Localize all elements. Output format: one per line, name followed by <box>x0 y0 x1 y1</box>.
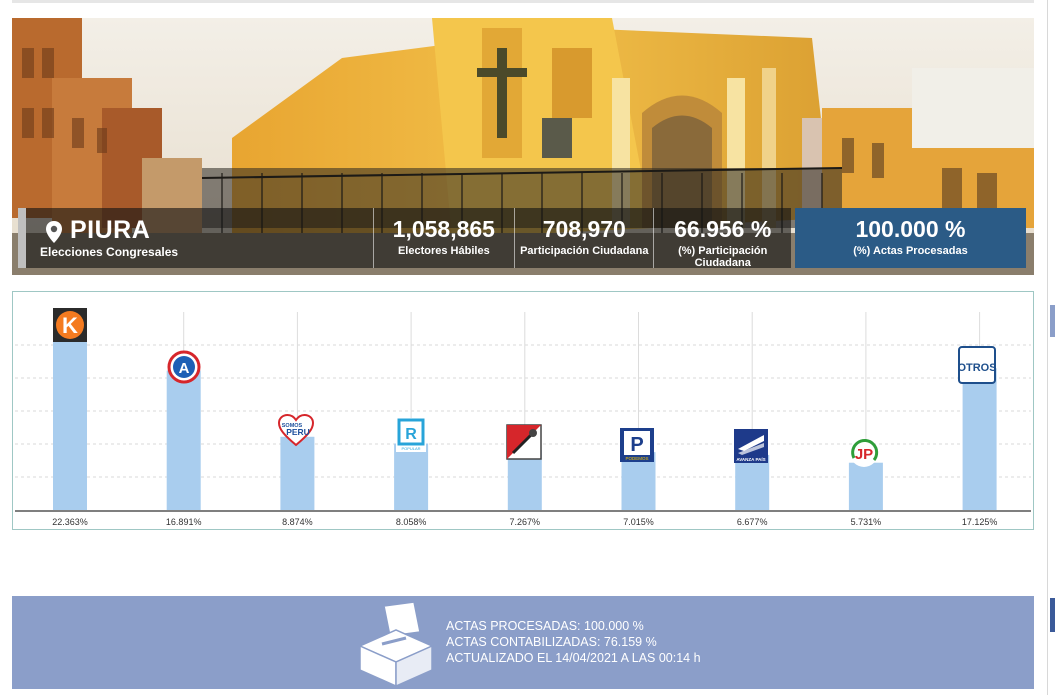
logo-text: A <box>179 360 190 377</box>
logo-text: PERU <box>286 427 310 437</box>
top-divider <box>12 0 1034 3</box>
podemos-peru-logo-icon[interactable]: P PODEMOS <box>620 428 654 462</box>
bar-value-label: 5.731% <box>851 517 882 527</box>
logo-text: PODEMOS <box>625 456 648 461</box>
logo-text: JP <box>855 446 873 463</box>
bar-value-label: 8.874% <box>282 517 313 527</box>
bar-value-label: 16.891% <box>166 517 202 527</box>
peru-patria-segura-logo-icon[interactable] <box>506 424 542 460</box>
map-pin-icon <box>46 221 62 243</box>
stat-value: 708,970 <box>542 216 626 242</box>
bar-r[interactable] <box>394 443 429 510</box>
election-type: Elecciones Congresales <box>40 245 179 259</box>
bar-jp[interactable] <box>848 462 883 510</box>
stat-value: 66.956 % <box>674 216 772 242</box>
stat-label: (%) Participación Ciudadana <box>678 245 768 269</box>
location-name: PIURA <box>70 216 151 244</box>
stat-value: 1,058,865 <box>392 216 495 242</box>
stat-label: (%) Actas Procesadas <box>853 245 968 257</box>
accion-popular-logo-icon[interactable]: A <box>167 350 201 384</box>
logo-text: R <box>405 426 417 443</box>
bar-a[interactable] <box>166 370 201 510</box>
stat-electores: 1,058,865 Electores Hábiles <box>372 208 515 268</box>
stat-participacion-pct: 66.956 % (%) Participación Ciudadana <box>653 208 791 269</box>
stat-actas-procesadas: 100.000 % (%) Actas Procesadas <box>794 208 1026 268</box>
actas-procesadas-text: ACTAS PROCESADAS: 100.000 % <box>446 619 644 633</box>
region-banner: PIURA Elecciones Congresales 1,058,865 E… <box>12 18 1034 275</box>
side-tab[interactable] <box>1050 598 1055 632</box>
right-scroll-edge <box>1047 0 1055 695</box>
updated-timestamp-text: ACTUALIZADO EL 14/04/2021 A LAS 00:14 h <box>446 651 701 665</box>
ballot-box-icon <box>358 602 434 686</box>
renovacion-popular-logo-icon[interactable]: R POPULAR <box>396 418 426 452</box>
footer-status-lines: ACTAS PROCESADAS: 100.000 % ACTAS CONTAB… <box>446 618 701 666</box>
stat-label: Participación Ciudadana <box>520 245 649 257</box>
bar-somos-peru[interactable] <box>280 436 315 510</box>
bar-value-label: 22.363% <box>52 517 88 527</box>
chart-value-labels: 22.363% 16.891% 8.874% 8.058% 7.267% 7.015% 6.… <box>52 517 997 527</box>
bar-value-label: 7.267% <box>510 517 541 527</box>
stat-label: Electores Hábiles <box>397 245 490 257</box>
location-panel: PIURA Elecciones Congresales <box>18 208 373 268</box>
bar-value-label: 8.058% <box>396 517 427 527</box>
bar-value-label: 7.015% <box>623 517 654 527</box>
avanza-pais-logo-icon[interactable]: AVANZA PAÍS <box>734 429 768 463</box>
logo-text: POPULAR <box>401 446 420 451</box>
logo-text: K <box>62 313 78 338</box>
logo-text: AVANZA PAÍS <box>736 455 765 462</box>
juntos-por-el-peru-logo-icon[interactable]: JP <box>850 439 879 467</box>
bar-value-label: 17.125% <box>962 517 998 527</box>
actas-contabilizadas-text: ACTAS CONTABILIZADAS: 76.159 % <box>446 635 657 649</box>
bar-otros[interactable] <box>962 368 997 510</box>
bar-chart-svg: 22.363% 16.891% 8.874% 8.058% 7.267% 7.015% 6.… <box>15 308 1031 527</box>
fuerza-popular-logo-icon[interactable]: K <box>53 308 87 342</box>
bar-value-label: 6.677% <box>737 517 768 527</box>
stat-participacion: 708,970 Participación Ciudadana <box>514 208 654 268</box>
stat-value: 100.000 % <box>855 216 966 242</box>
status-footer: ACTAS PROCESADAS: 100.000 % ACTAS CONTAB… <box>12 596 1034 689</box>
bar-avanza-pais[interactable] <box>735 454 770 510</box>
bar-k[interactable] <box>53 325 87 510</box>
page: PIURA Elecciones Congresales 1,058,865 E… <box>0 0 1055 695</box>
results-chart: 22.363% 16.891% 8.874% 8.058% 7.267% 7.015% 6.… <box>12 291 1034 530</box>
otros-logo-icon[interactable]: OTROS <box>957 346 997 384</box>
side-tab[interactable] <box>1050 305 1055 337</box>
logo-text: P <box>630 434 643 456</box>
stats-bar: PIURA Elecciones Congresales 1,058,865 E… <box>18 208 1026 269</box>
logo-text: OTROS <box>957 362 996 374</box>
